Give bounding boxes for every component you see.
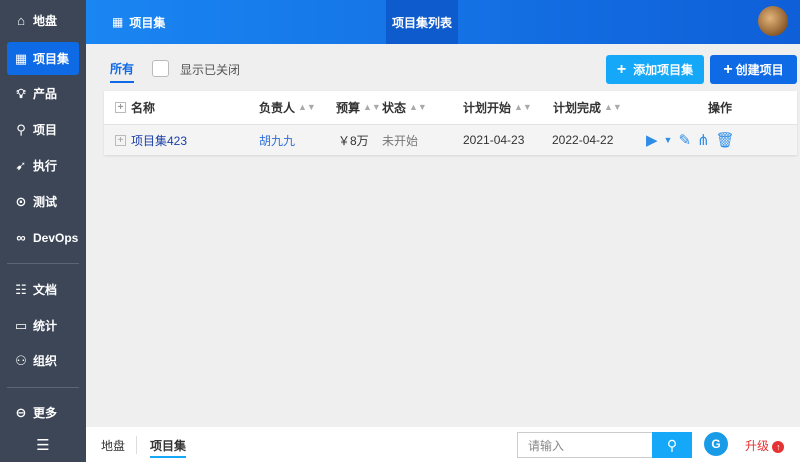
sidebar: ⌂ 地盘 ▦ 项目集 💡︎ 产品 ⚲ 项目 ➹ 执行 ⊙ 测试 ∞ DevOps ☷ 文档 ▭ 统…	[0, 0, 86, 462]
sort-icon: ▲▼	[409, 102, 427, 112]
breadcrumb-home[interactable]: 地盘	[101, 437, 125, 454]
label: 地盘	[33, 14, 58, 28]
label: 测试	[33, 195, 58, 209]
start-icon[interactable]: ▶︎	[646, 131, 658, 149]
grid-icon: ▦	[112, 15, 124, 29]
cell-status: 未开始	[382, 133, 419, 148]
cell-begin: 2021-04-23	[463, 133, 525, 147]
col-actions: 操作	[708, 100, 733, 115]
program-link[interactable]: 项目集423	[131, 132, 187, 149]
footer: 地盘 项目集 请输入 ⚲ G 升级 ↑	[86, 427, 800, 462]
sidebar-item-report[interactable]: ▭ 统计	[7, 309, 79, 342]
sidebar-item-project[interactable]: ⚲ 项目	[7, 113, 79, 146]
divider	[136, 436, 137, 454]
label: 计划开始	[463, 100, 512, 115]
label: 升级	[745, 439, 770, 453]
more-icon: ⊖	[15, 404, 27, 420]
label: 文档	[33, 283, 58, 297]
create-project-button[interactable]: + 创建项目	[710, 55, 797, 84]
plus-icon: +	[616, 60, 627, 78]
search-bug-icon: ⊙	[15, 193, 27, 209]
label: 更多	[33, 406, 58, 420]
label: 创建项目	[735, 63, 784, 77]
divider	[7, 387, 79, 388]
col-name[interactable]: + 名称	[115, 91, 155, 123]
avatar[interactable]	[758, 6, 788, 36]
upgrade-link[interactable]: 升级 ↑	[745, 437, 785, 454]
label: 添加项目集	[633, 63, 694, 77]
delete-icon[interactable]: 🗑︎	[716, 131, 735, 149]
sort-icon: ▲▼	[514, 102, 532, 112]
label: 组织	[33, 354, 58, 368]
cell-budget: ￥8万	[338, 133, 369, 148]
search-icon: ⚲	[666, 436, 678, 453]
label: 名称	[131, 100, 156, 115]
col-begin[interactable]: 计划开始 ▲▼	[463, 91, 532, 123]
col-budget[interactable]: 预算 ▲▼	[336, 91, 381, 123]
label: 统计	[33, 319, 58, 333]
sidebar-item-execution[interactable]: ➹ 执行	[7, 149, 79, 182]
expand-all-icon[interactable]: +	[115, 101, 126, 113]
cell-name: + 项目集423	[115, 124, 187, 156]
sidebar-item-devops[interactable]: ∞ DevOps	[7, 221, 79, 254]
edit-icon[interactable]: ✎	[678, 131, 691, 149]
sort-icon: ▲▼	[604, 102, 622, 112]
doc-icon: ☷	[15, 281, 27, 297]
show-closed-checkbox[interactable]	[152, 60, 169, 77]
cell-actions: ▶︎ ▼ ✎ ⋔ 🗑︎	[646, 124, 741, 156]
run-icon: ➹	[15, 157, 27, 173]
users-icon: ⚇	[15, 352, 27, 368]
sidebar-item-program[interactable]: ▦ 项目集	[7, 42, 79, 75]
rocket-icon: ⚲	[16, 121, 26, 137]
sidebar-item-more[interactable]: ⊖ 更多	[7, 396, 79, 429]
label: 项目	[33, 123, 58, 137]
label: 负责人	[259, 100, 296, 115]
breadcrumb-program[interactable]: 项目集	[150, 437, 187, 458]
label: 执行	[33, 159, 58, 173]
search-input[interactable]: 请输入	[517, 432, 653, 458]
zentao-logo-icon[interactable]: G	[704, 432, 728, 456]
divider	[7, 263, 79, 264]
col-end[interactable]: 计划完成 ▲▼	[553, 91, 622, 123]
dropdown-caret-icon[interactable]: ▼	[664, 135, 673, 145]
link-product-icon[interactable]: ⋔	[697, 131, 710, 149]
sort-icon: ▲▼	[298, 102, 316, 112]
chart-icon: ▭	[14, 317, 28, 333]
collapse-sidebar-icon[interactable]: ☰	[7, 428, 79, 461]
header: ▦ 项目集 项目集列表	[86, 0, 800, 44]
grid-icon: ▦	[14, 50, 28, 66]
label: 状态	[382, 100, 407, 115]
expand-icon[interactable]: +	[115, 134, 126, 146]
sidebar-item-home[interactable]: ⌂ 地盘	[7, 4, 79, 37]
sidebar-item-doc[interactable]: ☷ 文档	[7, 273, 79, 306]
sort-icon: ▲▼	[363, 102, 381, 112]
app-title: ▦ 项目集	[112, 0, 165, 44]
add-program-button[interactable]: + 添加项目集	[606, 55, 704, 84]
owner-link[interactable]: 胡九九	[259, 124, 295, 156]
col-status[interactable]: 状态 ▲▼	[382, 91, 427, 123]
arrow-up-icon: ↑	[772, 441, 785, 453]
title: 项目集	[129, 15, 166, 30]
label: DevOps	[33, 230, 79, 245]
sidebar-item-org[interactable]: ⚇ 组织	[7, 344, 79, 377]
lightbulb-icon: 💡︎	[16, 85, 26, 101]
cell-end: 2022-04-22	[552, 133, 614, 147]
label: 计划完成	[553, 100, 602, 115]
label: 产品	[33, 87, 58, 101]
plus-icon: +	[723, 60, 733, 78]
label: 项目集	[33, 52, 70, 66]
show-closed-label: 显示已关闭	[180, 63, 241, 77]
label: 预算	[336, 100, 361, 115]
sidebar-item-product[interactable]: 💡︎ 产品	[7, 77, 79, 110]
sidebar-item-test[interactable]: ⊙ 测试	[7, 185, 79, 218]
infinity-icon: ∞	[16, 230, 26, 245]
search-button[interactable]: ⚲	[652, 432, 692, 458]
col-owner[interactable]: 负责人 ▲▼	[259, 91, 316, 123]
tab-program-list[interactable]: 项目集列表	[386, 0, 458, 44]
home-icon: ⌂	[17, 13, 25, 28]
program-table: + 名称 负责人 ▲▼ 预算 ▲▼ 状态 ▲▼ 计划开始 ▲▼ 计划完成 ▲▼ 操作 + 项目…	[104, 91, 797, 155]
filter-all-tab[interactable]: 所有	[110, 60, 135, 83]
